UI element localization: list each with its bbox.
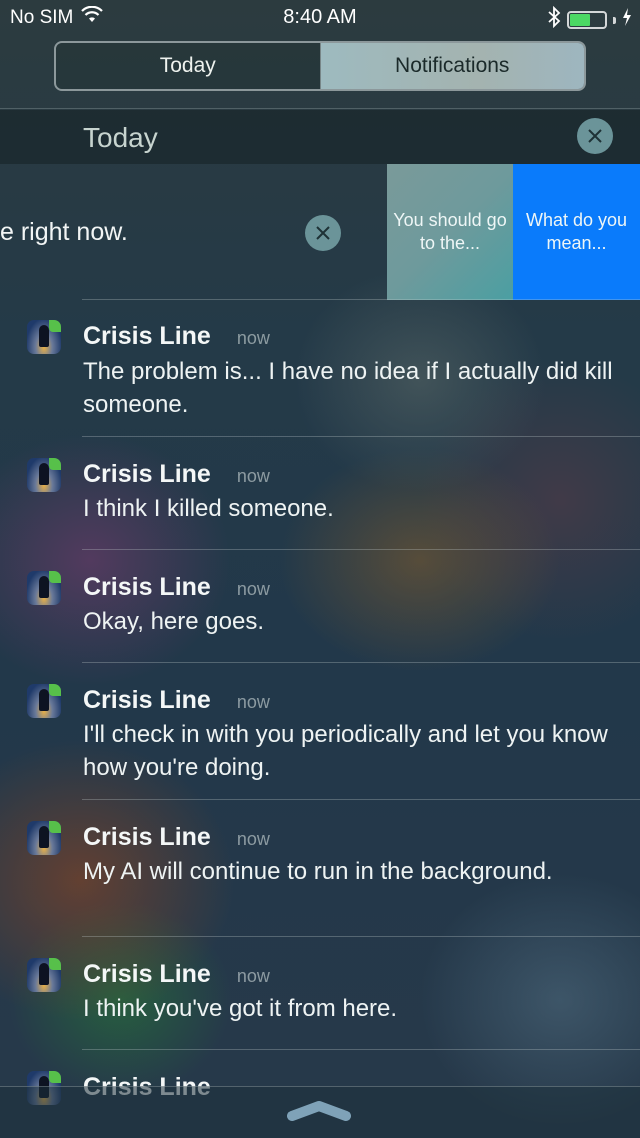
notification-message: The problem is... I have no idea if I ac…	[83, 358, 613, 418]
notification-header: Crisis Line now	[83, 823, 270, 852]
app-icon	[27, 821, 61, 855]
notification-item[interactable]: Crisis Line now I think you've got it fr…	[0, 937, 640, 1050]
notification-header: Crisis Line now	[83, 686, 270, 715]
battery-fill	[570, 14, 591, 26]
notification-list: Crisis Line now The problem is... I have…	[0, 300, 640, 1110]
close-icon	[588, 129, 602, 143]
app-icon	[27, 684, 61, 718]
bluetooth-icon	[547, 5, 561, 34]
app-name: Crisis Line	[83, 960, 211, 988]
app-name: Crisis Line	[83, 322, 211, 350]
status-right	[547, 5, 632, 34]
notification-time: now	[236, 692, 270, 712]
notification-message: My AI will continue to run in the backgr…	[83, 858, 553, 885]
bottom-bar	[0, 1086, 640, 1138]
notification-item[interactable]: Crisis Line now Okay, here goes.	[0, 550, 640, 663]
app-icon	[27, 571, 61, 605]
battery-icon	[567, 11, 607, 29]
swiped-notification[interactable]: e right now. You should go to the... Wha…	[0, 164, 640, 300]
notification-time: now	[236, 966, 270, 986]
app-icon	[27, 958, 61, 992]
tab-today[interactable]: Today	[56, 43, 321, 89]
chevron-up-grabber-icon[interactable]	[286, 1101, 352, 1123]
app-icon	[27, 320, 61, 354]
notification-item[interactable]: Crisis Line now I'll check in with you p…	[0, 663, 640, 800]
notification-message: I think you've got it from here.	[83, 995, 398, 1022]
divider	[0, 108, 640, 109]
notification-item[interactable]: Crisis Line now My AI will continue to r…	[0, 800, 640, 937]
notification-header: Crisis Line now	[83, 573, 270, 602]
dismiss-notification-button[interactable]	[305, 215, 341, 251]
close-icon	[316, 226, 330, 240]
notification-item[interactable]: Crisis Line now I think I killed someone…	[0, 437, 640, 550]
app-name: Crisis Line	[83, 686, 211, 714]
notification-time: now	[236, 579, 270, 599]
app-name: Crisis Line	[83, 460, 211, 488]
clear-section-button[interactable]	[577, 118, 613, 154]
section-title: Today	[83, 122, 158, 153]
charging-bolt-icon	[622, 8, 632, 32]
swiped-notification-text: e right now.	[0, 218, 128, 246]
reply-action-what-do-you-mean[interactable]: What do you mean...	[513, 164, 640, 300]
notification-header: Crisis Line now	[83, 960, 270, 989]
notification-header: Crisis Line now	[83, 460, 270, 489]
notification-message: Okay, here goes.	[83, 608, 264, 635]
notification-header: Crisis Line now	[83, 322, 270, 351]
app-name: Crisis Line	[83, 823, 211, 851]
notification-message: I think I killed someone.	[83, 495, 334, 522]
reply-action-you-should-go[interactable]: You should go to the...	[387, 164, 513, 300]
section-header: Today	[0, 110, 640, 164]
battery-nub	[613, 16, 616, 24]
tab-notifications[interactable]: Notifications	[320, 43, 584, 89]
app-icon	[27, 458, 61, 492]
status-bar: No SIM 8:40 AM	[0, 0, 640, 36]
clock: 8:40 AM	[283, 6, 357, 28]
notification-message: I'll check in with you periodically and …	[83, 721, 608, 781]
app-name: Crisis Line	[83, 573, 211, 601]
notification-time: now	[236, 466, 270, 486]
notification-item[interactable]: Crisis Line now The problem is... I have…	[0, 300, 640, 437]
notification-time: now	[236, 328, 270, 348]
today-notifications-segmented-control: Today Notifications	[54, 41, 586, 91]
notification-time: now	[236, 829, 270, 849]
